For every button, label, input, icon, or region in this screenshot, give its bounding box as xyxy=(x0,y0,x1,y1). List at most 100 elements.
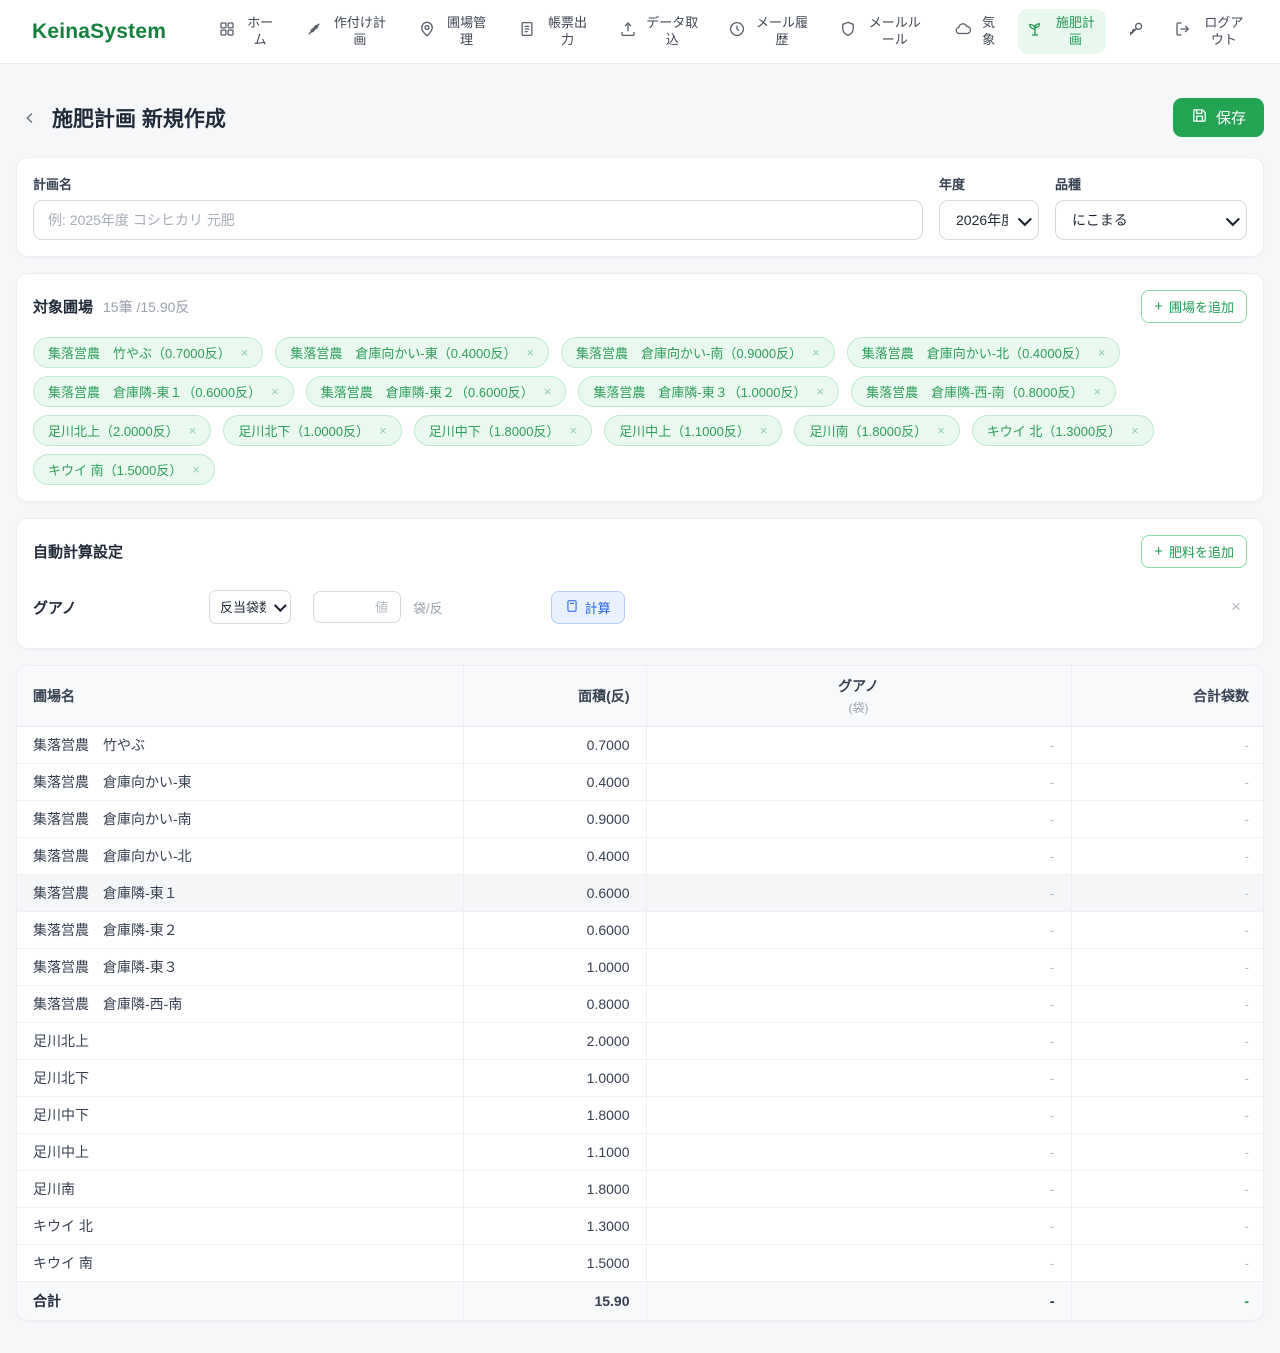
field-chip: 足川北上（2.0000反） × xyxy=(33,415,211,446)
fertilizer-name: グアノ xyxy=(33,597,209,618)
nav-item-home[interactable]: ホーム xyxy=(210,9,284,54)
nav-item-weather[interactable]: 気象 xyxy=(946,9,1006,54)
table-body: 集落営農 竹やぶ 0.7000 - - 集落営農 倉庫向かい-東 0.4000 … xyxy=(17,727,1264,1282)
variety-select[interactable]: にこまる xyxy=(1055,200,1247,240)
table-row[interactable]: 足川南 1.8000 - - xyxy=(17,1171,1264,1208)
cell-guano: - xyxy=(646,727,1071,764)
table-row[interactable]: 集落営農 倉庫向かい-東 0.4000 - - xyxy=(17,764,1264,801)
table-row[interactable]: 集落営農 倉庫向かい-北 0.4000 - - xyxy=(17,838,1264,875)
upload-icon xyxy=(619,20,637,42)
field-chip: 足川中下（1.8000反） × xyxy=(414,415,592,446)
total-row: 合計 15.90 - - xyxy=(17,1282,1264,1320)
year-select-wrap: 2026年度 xyxy=(939,200,1039,240)
field-chip: 集落営農 竹やぶ（0.7000反） × xyxy=(33,337,263,368)
chip-close-icon[interactable]: × xyxy=(1131,423,1139,438)
table-row[interactable]: キウイ 北 1.3000 - - xyxy=(17,1208,1264,1245)
history-icon xyxy=(728,20,746,42)
nav-item-logout[interactable]: ログアウト xyxy=(1166,9,1256,54)
plan-name-input[interactable] xyxy=(33,200,923,240)
chip-close-icon[interactable]: × xyxy=(192,462,200,477)
chip-close-icon[interactable]: × xyxy=(569,423,577,438)
cell-guano: - xyxy=(646,1134,1071,1171)
cell-field-name: 集落営農 倉庫向かい-南 xyxy=(17,801,463,838)
cell-field-name: 足川北下 xyxy=(17,1060,463,1097)
chip-close-icon[interactable]: × xyxy=(1093,384,1101,399)
table-row[interactable]: キウイ 南 1.5000 - - xyxy=(17,1245,1264,1282)
cell-area: 0.9000 xyxy=(463,801,646,838)
cell-area: 0.7000 xyxy=(463,727,646,764)
fields-table: 圃場名 面積(反) グアノ (袋) 合計袋数 集落営農 竹やぶ 0.7000 -… xyxy=(17,666,1264,1320)
field-chip-label: 集落営農 倉庫向かい-北（0.4000反） xyxy=(862,343,1088,362)
table-row[interactable]: 足川北下 1.0000 - - xyxy=(17,1060,1264,1097)
chip-close-icon[interactable]: × xyxy=(760,423,768,438)
table-row[interactable]: 足川中下 1.8000 - - xyxy=(17,1097,1264,1134)
plus-icon: + xyxy=(1154,544,1163,559)
chip-close-icon[interactable]: × xyxy=(271,384,279,399)
table-row[interactable]: 集落営農 倉庫隣-東１ 0.6000 - - xyxy=(17,875,1264,912)
chip-close-icon[interactable]: × xyxy=(1098,345,1106,360)
cell-field-name: 集落営農 倉庫隣-東２ xyxy=(17,912,463,949)
cell-field-name: 集落営農 竹やぶ xyxy=(17,727,463,764)
save-button-label: 保存 xyxy=(1216,107,1246,128)
chip-close-icon[interactable]: × xyxy=(241,345,249,360)
col-header-guano-unit: (袋) xyxy=(663,699,1055,716)
target-fields-count: 15筆 /15.90反 xyxy=(103,297,189,317)
chip-close-icon[interactable]: × xyxy=(937,423,945,438)
table-row[interactable]: 足川中上 1.1000 - - xyxy=(17,1134,1264,1171)
calc-value-input[interactable] xyxy=(313,591,401,623)
cell-guano: - xyxy=(646,1023,1071,1060)
save-button[interactable]: 保存 xyxy=(1173,98,1264,137)
calc-unit-label: 袋/反 xyxy=(413,598,443,617)
nav-item-field-management[interactable]: 圃場管理 xyxy=(410,9,498,54)
grid-icon xyxy=(218,20,236,42)
field-chip: 足川北下（1.0000反） × xyxy=(223,415,401,446)
nav-item-label: 施肥計画 xyxy=(1052,15,1098,48)
plan-name-label: 計画名 xyxy=(33,174,923,193)
table-row[interactable]: 集落営農 竹やぶ 0.7000 - - xyxy=(17,727,1264,764)
nav-item-cropping-plan[interactable]: 作付け計画 xyxy=(297,9,397,54)
chip-close-icon[interactable]: × xyxy=(379,423,387,438)
table-row[interactable]: 集落営農 倉庫隣-東２ 0.6000 - - xyxy=(17,912,1264,949)
cell-guano: - xyxy=(646,1097,1071,1134)
remove-fertilizer-icon[interactable]: × xyxy=(1225,597,1247,617)
chip-close-icon[interactable]: × xyxy=(816,384,824,399)
field-chip-label: 集落営農 倉庫隣-東３（1.0000反） xyxy=(593,382,806,401)
cell-total-bags: - xyxy=(1071,1023,1264,1060)
map-pin-icon xyxy=(418,20,436,42)
chip-close-icon[interactable]: × xyxy=(544,384,552,399)
add-fertilizer-button[interactable]: + 肥料を追加 xyxy=(1141,535,1247,568)
cell-guano: - xyxy=(646,1060,1071,1097)
nav-item-mail-history[interactable]: メール履歴 xyxy=(720,9,818,54)
brand-logo[interactable]: KeinaSystem xyxy=(32,20,166,44)
field-chip: 集落営農 倉庫隣-西-南（0.8000反） × xyxy=(851,376,1116,407)
chip-close-icon[interactable]: × xyxy=(189,423,197,438)
table-row[interactable]: 足川北上 2.0000 - - xyxy=(17,1023,1264,1060)
cell-guano: - xyxy=(646,764,1071,801)
chip-close-icon[interactable]: × xyxy=(526,345,534,360)
col-header-guano-label: グアノ xyxy=(838,678,879,694)
nav-item-mail-rules[interactable]: メールルール xyxy=(831,9,933,54)
nav-item-password[interactable] xyxy=(1119,14,1153,48)
year-select[interactable]: 2026年度 xyxy=(939,200,1039,240)
field-chip: キウイ 南（1.5000反） × xyxy=(33,454,215,485)
calc-mode-select[interactable]: 反当袋数 xyxy=(209,590,291,624)
table-row[interactable]: 集落営農 倉庫隣-西-南 0.8000 - - xyxy=(17,986,1264,1023)
cell-guano: - xyxy=(646,912,1071,949)
back-button[interactable] xyxy=(16,104,44,132)
nav-item-fertilization-plan[interactable]: 施肥計画 xyxy=(1018,9,1106,54)
chip-close-icon[interactable]: × xyxy=(812,345,820,360)
nav-item-report-output[interactable]: 帳票出力 xyxy=(510,9,598,54)
table-row[interactable]: 集落営農 倉庫向かい-南 0.9000 - - xyxy=(17,801,1264,838)
cell-area: 1.8000 xyxy=(463,1171,646,1208)
fields-table-card: 圃場名 面積(反) グアノ (袋) 合計袋数 集落営農 竹やぶ 0.7000 -… xyxy=(16,665,1264,1321)
field-chip-label: 足川北下（1.0000反） xyxy=(238,421,369,440)
calculate-button[interactable]: 計算 xyxy=(551,591,625,624)
field-chip: 集落営農 倉庫隣-東３（1.0000反） × xyxy=(578,376,839,407)
cell-field-name: 足川北上 xyxy=(17,1023,463,1060)
add-field-button[interactable]: + 圃場を追加 xyxy=(1141,290,1247,323)
table-row[interactable]: 集落営農 倉庫隣-東３ 1.0000 - - xyxy=(17,949,1264,986)
nav-item-data-import[interactable]: データ取込 xyxy=(611,9,707,54)
cell-guano: - xyxy=(646,838,1071,875)
field-chip-label: 足川中上（1.1000反） xyxy=(619,421,750,440)
field-chip: 足川中上（1.1000反） × xyxy=(604,415,782,446)
